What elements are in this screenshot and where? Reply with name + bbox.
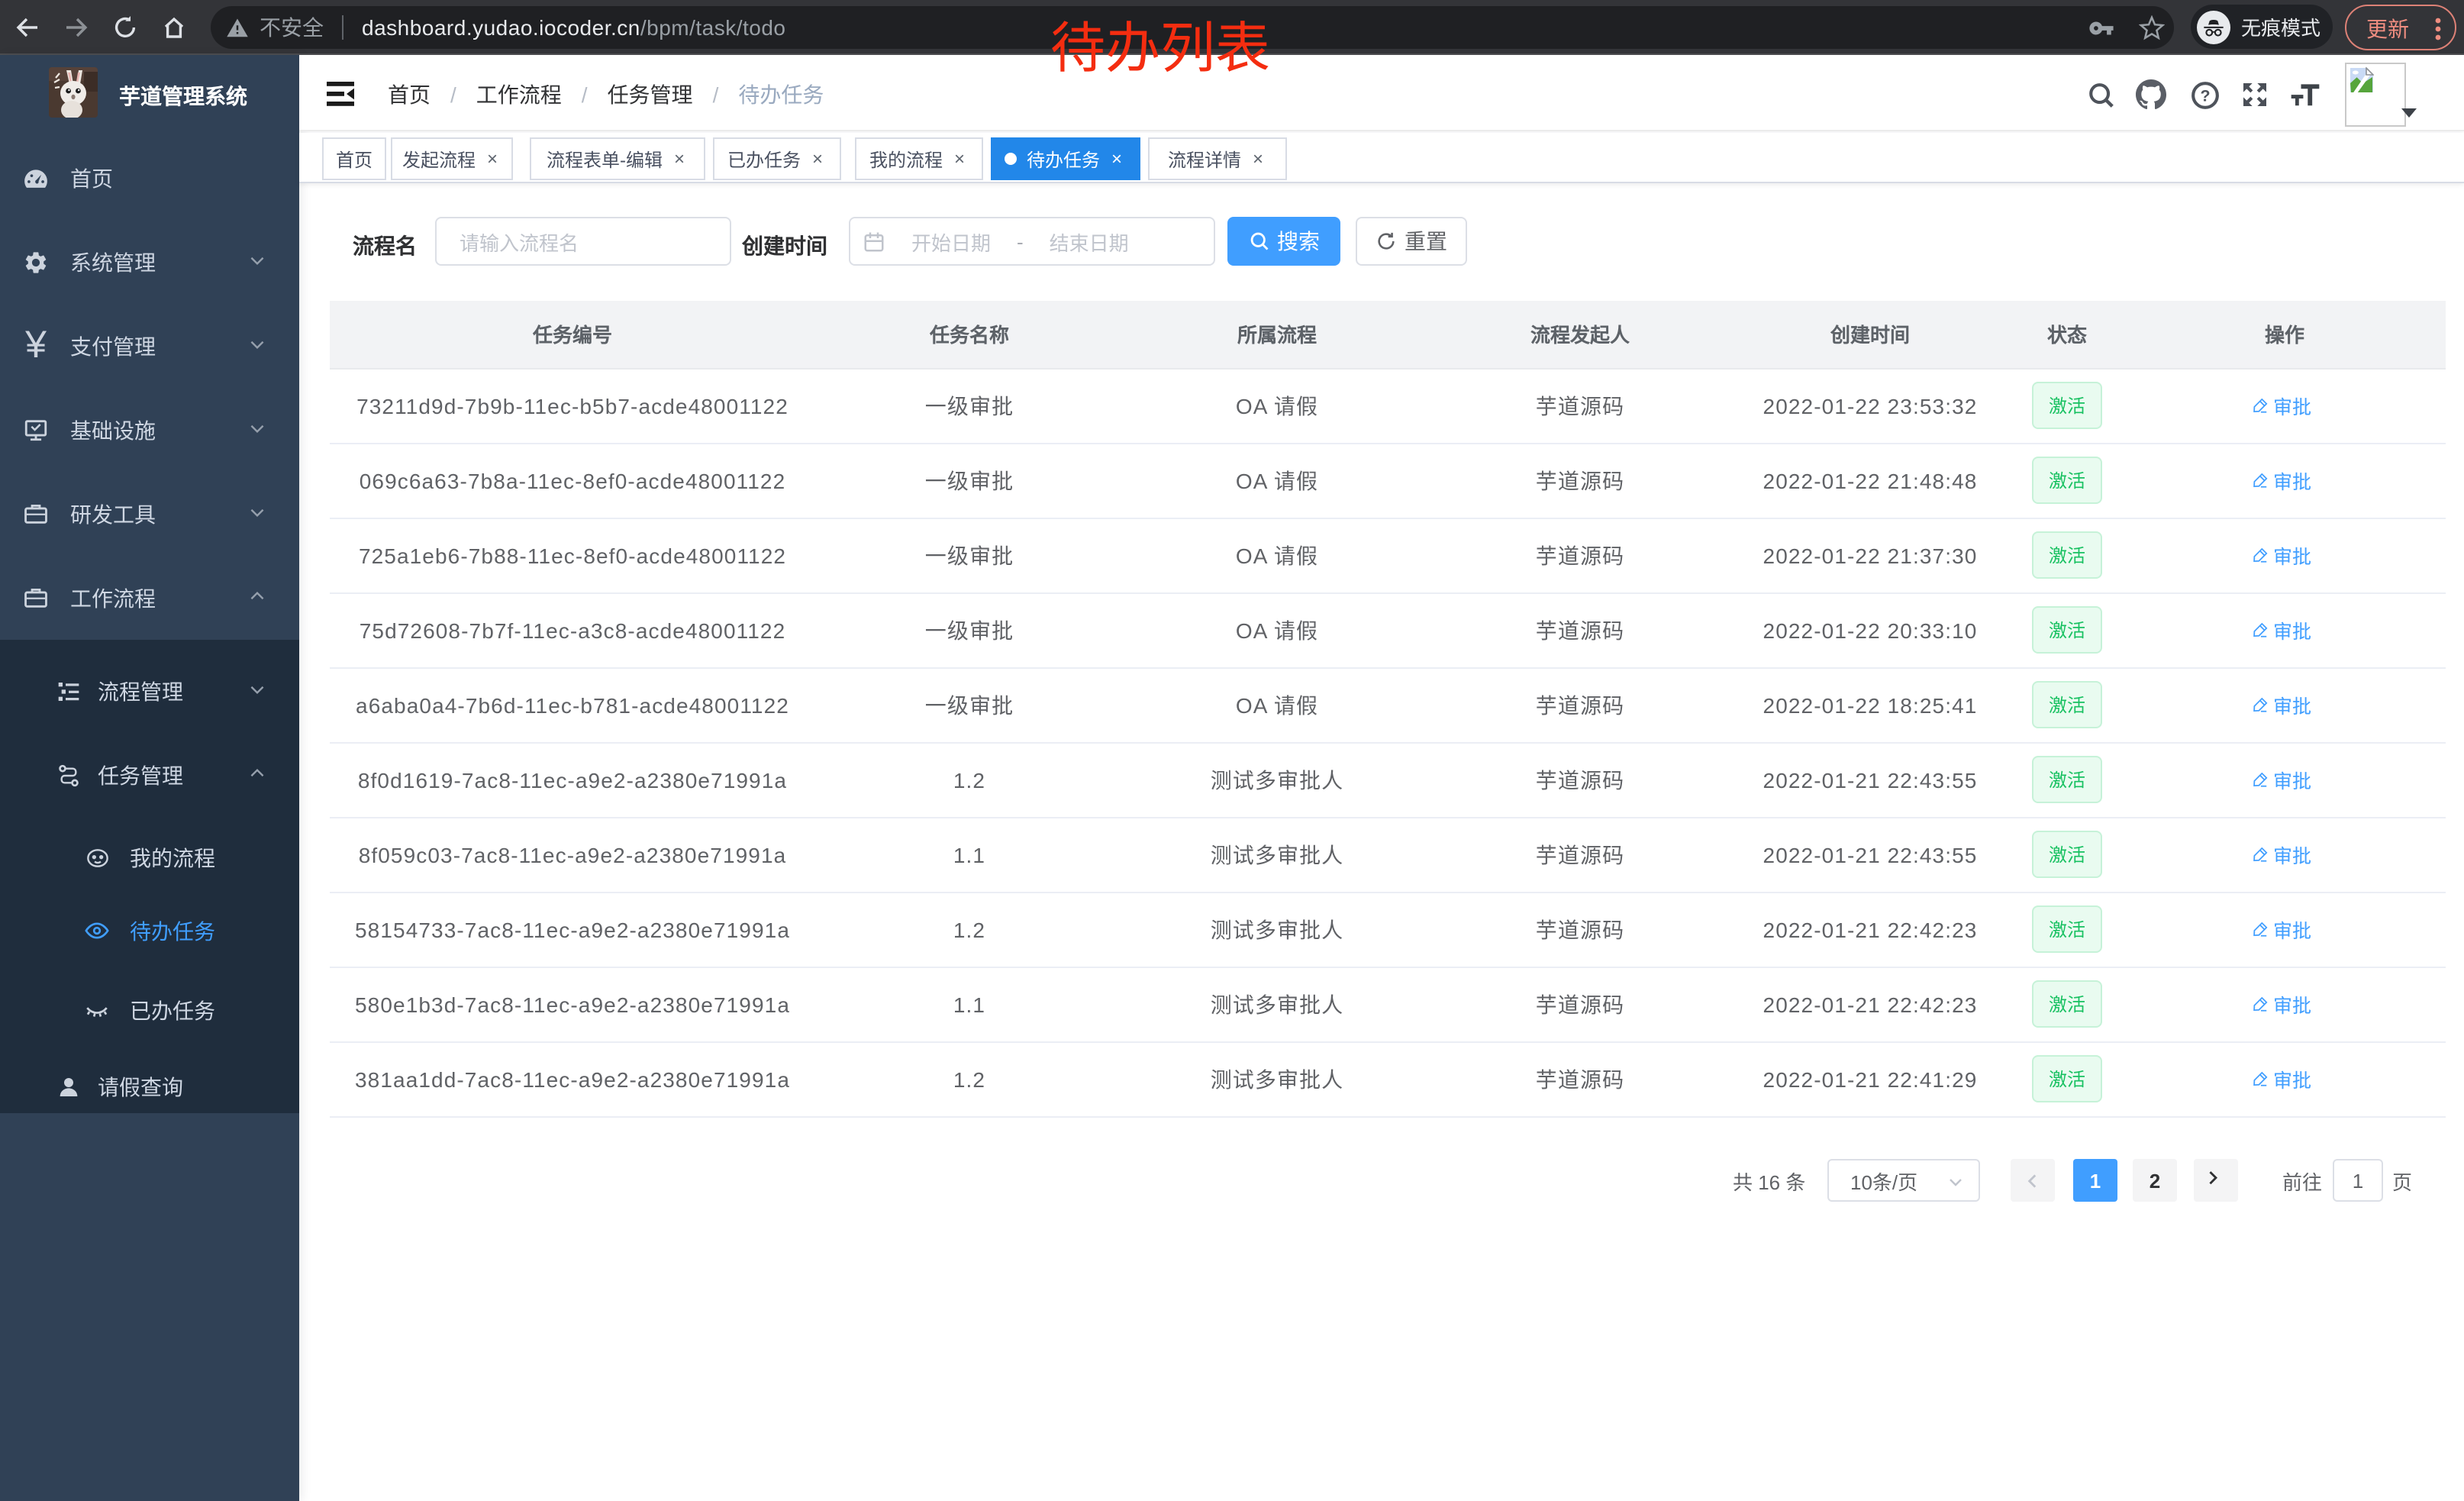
svg-text:?: ? <box>2199 86 2209 105</box>
